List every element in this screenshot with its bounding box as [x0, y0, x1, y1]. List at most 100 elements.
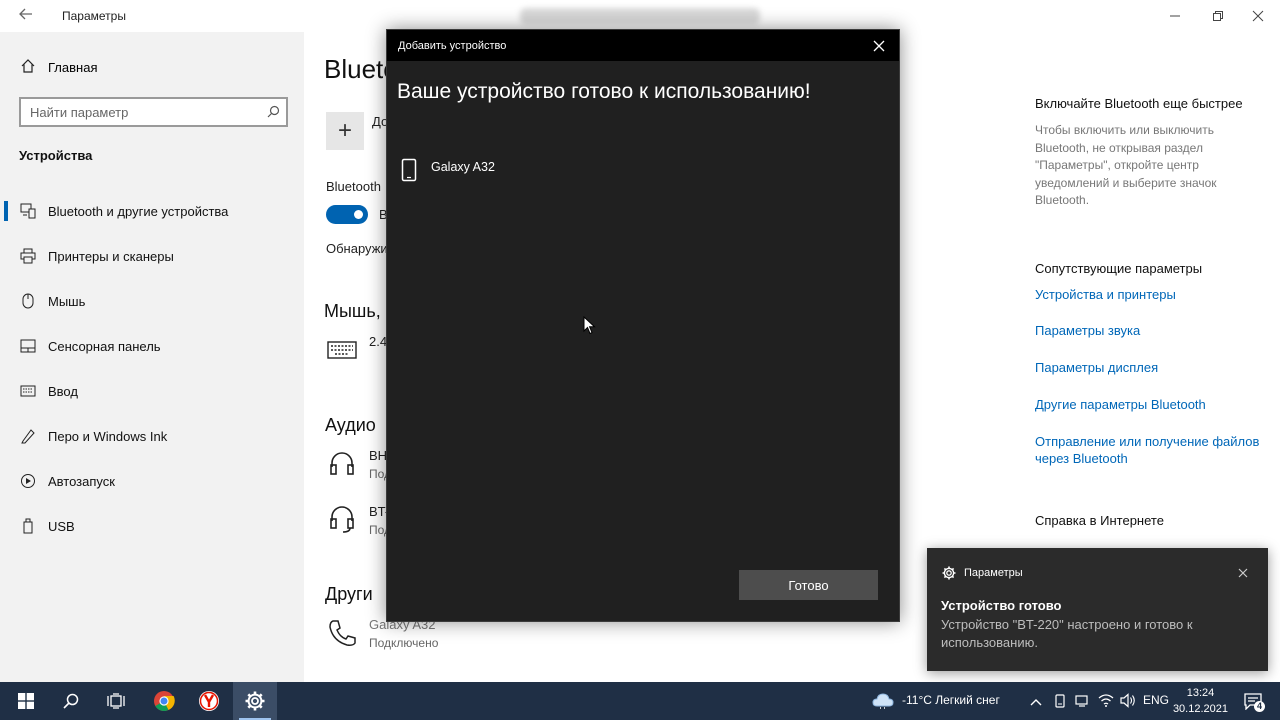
- mouse-cursor-icon: [583, 315, 596, 340]
- link-send-receive-files[interactable]: Отправление или получение файлов через B…: [1035, 433, 1263, 467]
- gear-icon: [942, 566, 956, 585]
- window-titlebar: Параметры: [0, 0, 1280, 32]
- paired-device-item: Galaxy A32: [401, 158, 495, 187]
- smartphone-icon: [401, 158, 417, 187]
- headphones-icon: [329, 450, 355, 481]
- toast-body: Устройство "BT-220" настроено и готово к…: [941, 617, 1193, 650]
- home-link[interactable]: Главная: [20, 58, 97, 77]
- minimize-button[interactable]: [1155, 2, 1195, 30]
- sidebar-item-label: Bluetooth и другие устройства: [48, 203, 229, 219]
- section-mouse-heading: Мышь,: [324, 301, 381, 321]
- close-window-button[interactable]: [1238, 2, 1278, 30]
- add-device-button[interactable]: +: [326, 112, 364, 150]
- keyboard-icon: [327, 341, 357, 364]
- blurred-title: [520, 8, 760, 24]
- done-button[interactable]: Готово: [739, 570, 878, 600]
- settings-sidebar: Главная Устройства Bluetooth и другие ус…: [0, 32, 304, 682]
- weather-cloud-icon[interactable]: [872, 692, 894, 715]
- chrome-app-button[interactable]: [142, 682, 186, 720]
- battery-device-icon[interactable]: [1053, 694, 1067, 713]
- toast-close-icon[interactable]: [1238, 565, 1248, 583]
- sidebar-item-label: Автозапуск: [48, 473, 115, 489]
- back-arrow-icon[interactable]: [14, 6, 38, 26]
- task-view-button[interactable]: [94, 682, 138, 720]
- related-settings-heading: Сопутствующие параметры: [1035, 261, 1203, 276]
- mouse-icon: [18, 291, 38, 311]
- language-indicator[interactable]: ENG: [1143, 693, 1169, 707]
- restore-button[interactable]: [1198, 2, 1238, 30]
- usb-icon: [18, 516, 38, 536]
- link-more-bluetooth[interactable]: Другие параметры Bluetooth: [1035, 396, 1206, 413]
- section-heading: Устройства: [19, 148, 93, 163]
- phone-icon: [327, 618, 357, 653]
- plus-icon: +: [337, 117, 352, 144]
- dialog-titlebar: Добавить устройство: [387, 30, 899, 61]
- window-title: Параметры: [62, 9, 126, 23]
- notification-count-badge: 4: [1254, 701, 1265, 712]
- gear-icon: [245, 691, 265, 711]
- sidebar-item-label: Перо и Windows Ink: [48, 428, 168, 444]
- bluetooth-devices-icon: [18, 201, 38, 221]
- other-device-status: Подключено: [369, 636, 439, 650]
- sidebar-item-printers[interactable]: Принтеры и сканеры: [0, 236, 304, 276]
- headset-icon: [329, 504, 355, 539]
- wifi-icon[interactable]: [1098, 693, 1114, 713]
- sidebar-item-pen[interactable]: Перо и Windows Ink: [0, 416, 304, 456]
- clock[interactable]: 13:24 30.12.2021: [1173, 685, 1228, 717]
- sidebar-item-label: USB: [48, 518, 75, 534]
- network-icon[interactable]: [1075, 694, 1091, 713]
- yandex-browser-icon: [199, 691, 219, 711]
- dialog-heading: Ваше устройство готово к использованию!: [397, 80, 811, 103]
- sidebar-item-touchpad[interactable]: Сенсорная панель: [0, 326, 304, 366]
- keyboard-device-name: 2.4: [369, 334, 388, 349]
- taskbar: -11°C Легкий снег ENG 13:24 30.12.2021 4: [0, 682, 1280, 720]
- start-button[interactable]: [4, 682, 48, 720]
- sidebar-item-bluetooth[interactable]: Bluetooth и другие устройства: [0, 191, 304, 231]
- yandex-browser-button[interactable]: [187, 682, 231, 720]
- link-sound-settings[interactable]: Параметры звука: [1035, 322, 1140, 339]
- section-audio-heading: Аудио: [325, 415, 376, 435]
- windows-icon: [18, 693, 34, 709]
- dialog-title: Добавить устройство: [398, 40, 507, 52]
- link-devices-printers[interactable]: Устройства и принтеры: [1035, 286, 1176, 303]
- sidebar-item-label: Принтеры и сканеры: [48, 248, 174, 264]
- discoverable-text: Обнаружи: [326, 241, 388, 256]
- sidebar-item-autoplay[interactable]: Автозапуск: [0, 461, 304, 501]
- bluetooth-toggle[interactable]: [326, 205, 368, 224]
- online-help-heading: Справка в Интернете: [1035, 513, 1164, 528]
- sidebar-item-label: Ввод: [48, 383, 78, 399]
- toast-app-name: Параметры: [964, 567, 1023, 579]
- home-label: Главная: [48, 60, 98, 75]
- chrome-icon: [154, 691, 175, 711]
- audio-device-1-name: ВН: [369, 448, 388, 463]
- chevron-up-icon[interactable]: [1030, 694, 1042, 712]
- task-view-icon: [107, 693, 125, 709]
- sidebar-item-input[interactable]: Ввод: [0, 371, 304, 411]
- pen-icon: [18, 426, 38, 446]
- sidebar-item-label: Мышь: [48, 293, 86, 309]
- faster-bluetooth-heading: Включайте Bluetooth еще быстрее: [1035, 96, 1243, 111]
- weather-text[interactable]: -11°C Легкий снег: [902, 693, 1000, 707]
- section-other-heading: Други: [325, 584, 373, 604]
- sidebar-item-usb[interactable]: USB: [0, 506, 304, 546]
- link-display-settings[interactable]: Параметры дисплея: [1035, 359, 1158, 376]
- search-icon[interactable]: [267, 105, 280, 123]
- speaker-icon[interactable]: [1120, 693, 1136, 713]
- paired-device-name: Galaxy A32: [431, 159, 495, 174]
- settings-app-button[interactable]: [233, 682, 277, 720]
- sidebar-item-mouse[interactable]: Мышь: [0, 281, 304, 321]
- screen: Параметры Главная Устройства: [0, 0, 1280, 720]
- taskbar-search-button[interactable]: [49, 682, 93, 720]
- clock-date: 30.12.2021: [1172, 703, 1228, 715]
- search-box[interactable]: [19, 97, 288, 127]
- bluetooth-label: Bluetooth: [326, 179, 381, 194]
- home-icon: [20, 58, 48, 77]
- dialog-close-icon[interactable]: [869, 36, 889, 56]
- clock-time: 13:24: [1186, 687, 1215, 699]
- search-icon: [63, 693, 79, 709]
- touchpad-icon: [18, 336, 38, 356]
- add-device-dialog: Добавить устройство Ваше устройство гото…: [386, 29, 900, 622]
- search-input[interactable]: [21, 99, 251, 125]
- printer-icon: [18, 246, 38, 266]
- toast-notification[interactable]: Параметры Устройство готово Устройство "…: [927, 548, 1268, 671]
